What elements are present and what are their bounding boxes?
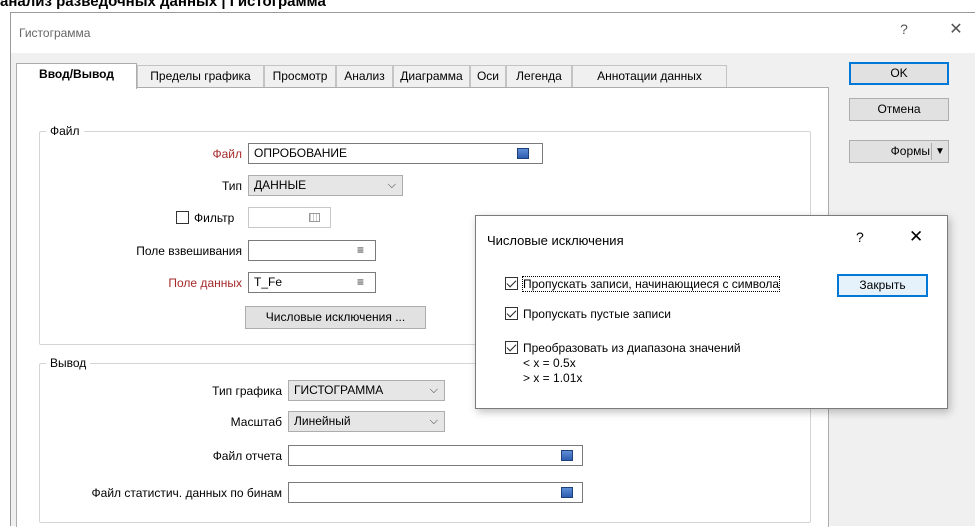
file-label: Файл bbox=[212, 147, 242, 161]
help-icon[interactable]: ? bbox=[856, 229, 864, 245]
dropdown-arrow-icon[interactable]: ▼ bbox=[935, 141, 945, 162]
filter-checkbox[interactable] bbox=[176, 211, 189, 224]
chevron-down-icon: ⌵ bbox=[429, 384, 438, 396]
cancel-button[interactable]: Отмена bbox=[849, 98, 949, 121]
type-label: Тип bbox=[221, 179, 242, 193]
rule-greater-than: > x = 1.01x bbox=[523, 371, 583, 385]
skip-empty-checkbox[interactable] bbox=[505, 307, 518, 320]
dialog-close-button-label: Закрыть bbox=[859, 278, 906, 292]
data-field-value: T_Fe bbox=[254, 275, 283, 289]
forms-button-label: Формы bbox=[890, 144, 930, 158]
bin-stats-file-label: Файл статистич. данных по бинам bbox=[91, 486, 282, 500]
close-icon[interactable]: ✕ bbox=[944, 19, 968, 39]
skip-symbol-label[interactable]: Пропускать записи, начинающиеся с символ… bbox=[521, 276, 781, 292]
split-divider bbox=[931, 143, 932, 160]
scale-label: Масштаб bbox=[230, 415, 282, 429]
window-title: Гистограмма bbox=[19, 26, 91, 40]
file-field[interactable]: ОПРОБОВАНИЕ bbox=[248, 143, 543, 164]
convert-range-label[interactable]: Преобразовать из диапазона значений bbox=[523, 341, 741, 355]
data-field-label: Поле данных bbox=[168, 276, 242, 290]
tab-diagram[interactable]: Диаграмма bbox=[393, 65, 470, 88]
file-browse-icon[interactable] bbox=[517, 148, 529, 159]
help-icon[interactable]: ? bbox=[894, 21, 914, 37]
tab-legend[interactable]: Легенда bbox=[506, 65, 572, 88]
page-heading: анализ разведочных данных | Гистограмма bbox=[0, 0, 326, 10]
type-combo[interactable]: ДАННЫЕ ⌵ bbox=[248, 175, 403, 196]
titlebar: Гистограмма ? ✕ bbox=[11, 13, 975, 53]
type-value: ДАННЫЕ bbox=[254, 178, 307, 192]
weight-field[interactable]: ≡ bbox=[248, 240, 376, 261]
tab-input-output[interactable]: Ввод/Вывод bbox=[16, 63, 137, 89]
chart-type-value: ГИСТОГРАММА bbox=[294, 383, 384, 397]
weight-field-label: Поле взвешивания bbox=[136, 244, 242, 258]
chart-type-label: Тип графика bbox=[212, 384, 282, 398]
forms-button[interactable]: Формы ▼ bbox=[849, 140, 949, 163]
tab-analysis[interactable]: Анализ bbox=[336, 65, 393, 88]
convert-range-checkbox[interactable] bbox=[505, 341, 518, 354]
rule-less-than: < x = 0.5x bbox=[523, 356, 576, 370]
list-icon[interactable]: ≡ bbox=[357, 241, 364, 260]
chart-type-combo[interactable]: ГИСТОГРАММА ⌵ bbox=[288, 380, 445, 401]
tab-axes[interactable]: Оси bbox=[470, 65, 506, 88]
output-group-title: Вывод bbox=[46, 356, 91, 370]
dialog-title: Числовые исключения bbox=[487, 233, 624, 248]
filter-label: Фильтр bbox=[194, 211, 235, 225]
cancel-button-label: Отмена bbox=[877, 102, 921, 116]
dialog-close-button[interactable]: Закрыть bbox=[837, 274, 928, 297]
file-group-title: Файл bbox=[46, 124, 84, 138]
tab-data-annotations[interactable]: Аннотации данных bbox=[572, 65, 727, 88]
data-field[interactable]: T_Fe ≡ bbox=[248, 272, 376, 293]
file-browse-icon[interactable] bbox=[561, 487, 573, 498]
ok-button[interactable]: OK bbox=[849, 62, 949, 85]
list-icon[interactable]: ≡ bbox=[357, 273, 364, 292]
tab-view[interactable]: Просмотр bbox=[264, 65, 336, 88]
numeric-exceptions-dialog: Числовые исключения ? ✕ Пропускать запис… bbox=[475, 215, 948, 409]
report-file-field[interactable] bbox=[288, 445, 583, 466]
close-icon[interactable]: ✕ bbox=[909, 227, 923, 247]
tab-chart-limits[interactable]: Пределы графика bbox=[137, 65, 264, 88]
filter-field[interactable] bbox=[248, 207, 331, 228]
ok-button-label: OK bbox=[890, 66, 908, 80]
skip-symbol-checkbox[interactable] bbox=[505, 277, 518, 290]
chevron-down-icon: ⌵ bbox=[387, 179, 396, 191]
file-browse-icon[interactable] bbox=[561, 450, 573, 461]
grid-icon[interactable] bbox=[309, 213, 320, 222]
chevron-down-icon: ⌵ bbox=[429, 415, 438, 427]
numeric-exceptions-button[interactable]: Числовые исключения ... bbox=[245, 306, 426, 329]
skip-empty-label[interactable]: Пропускать пустые записи bbox=[523, 307, 671, 321]
report-file-label: Файл отчета bbox=[212, 449, 282, 463]
scale-value: Линейный bbox=[294, 414, 351, 428]
scale-combo[interactable]: Линейный ⌵ bbox=[288, 411, 445, 432]
bin-stats-file-field[interactable] bbox=[288, 482, 583, 503]
file-value: ОПРОБОВАНИЕ bbox=[254, 146, 348, 160]
